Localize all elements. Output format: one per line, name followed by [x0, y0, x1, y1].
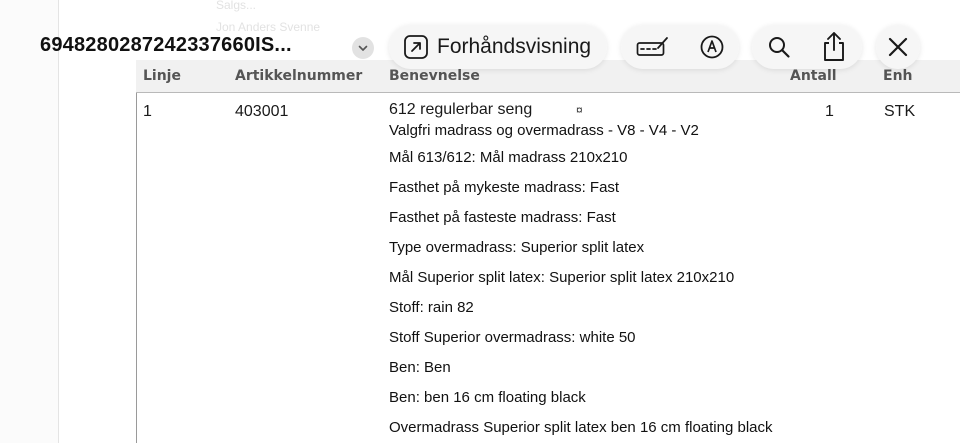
currency-mark: ¤ [576, 103, 583, 117]
markup-tools-group [621, 25, 739, 69]
description-line: Fasthet på mykeste madrass: Fast [389, 179, 620, 196]
close-icon [887, 36, 909, 58]
column-header-article-number: Artikkelnummer [235, 68, 363, 84]
description-line: Stoff: rain 82 [389, 299, 474, 316]
description-line: Mål 613/612: Mål madrass 210x210 [389, 149, 628, 166]
pen-circle-icon[interactable] [699, 34, 725, 60]
description-line: Ben: ben 16 cm floating black [389, 389, 586, 406]
cell-quantity: 1 [825, 103, 834, 120]
quicklook-window: Salgs... Jon Anders Svenne Linje Artikke… [0, 0, 960, 443]
description-line: Mål Superior split latex: Superior split… [389, 269, 735, 286]
open-in-app-icon [403, 34, 429, 60]
description-line: Overmadrass Superior split latex ben 16 … [389, 419, 773, 436]
share-icon[interactable] [821, 31, 847, 63]
description-line: Fasthet på fasteste madrass: Fast [389, 209, 616, 226]
title-menu-button[interactable] [352, 37, 374, 59]
highlighter-icon[interactable] [636, 35, 670, 59]
close-button[interactable] [876, 25, 920, 69]
open-with-preview-button[interactable]: Forhåndsvisning [389, 25, 607, 69]
description-line: Type overmadrass: Superior split latex [389, 239, 645, 256]
preview-button-label: Forhåndsvisning [437, 35, 592, 58]
description-line: Ben: Ben [389, 359, 451, 376]
cell-description-title: 612 regulerbar seng [389, 101, 533, 118]
column-header-unit: Enh [883, 68, 913, 84]
cell-article-number: 403001 [235, 103, 289, 120]
search-icon[interactable] [767, 35, 791, 59]
faded-line: Salgs... [216, 0, 257, 12]
cell-line-number: 1 [143, 103, 152, 120]
faded-background-text: Salgs... Jon Anders Svenne [216, 0, 320, 38]
cell-unit: STK [884, 103, 916, 120]
chevron-down-icon [357, 42, 369, 54]
column-header-quantity: Antall [790, 68, 837, 84]
column-header-description: Benevnelse [389, 68, 480, 84]
search-share-group [752, 25, 862, 69]
column-header-line: Linje [143, 68, 181, 84]
description-line: Stoff Superior overmadrass: white 50 [389, 329, 636, 346]
file-title: 6948280287242337660IS... [40, 34, 292, 56]
description-line: Valgfri madrass og overmadrass - V8 - V4… [389, 122, 699, 139]
